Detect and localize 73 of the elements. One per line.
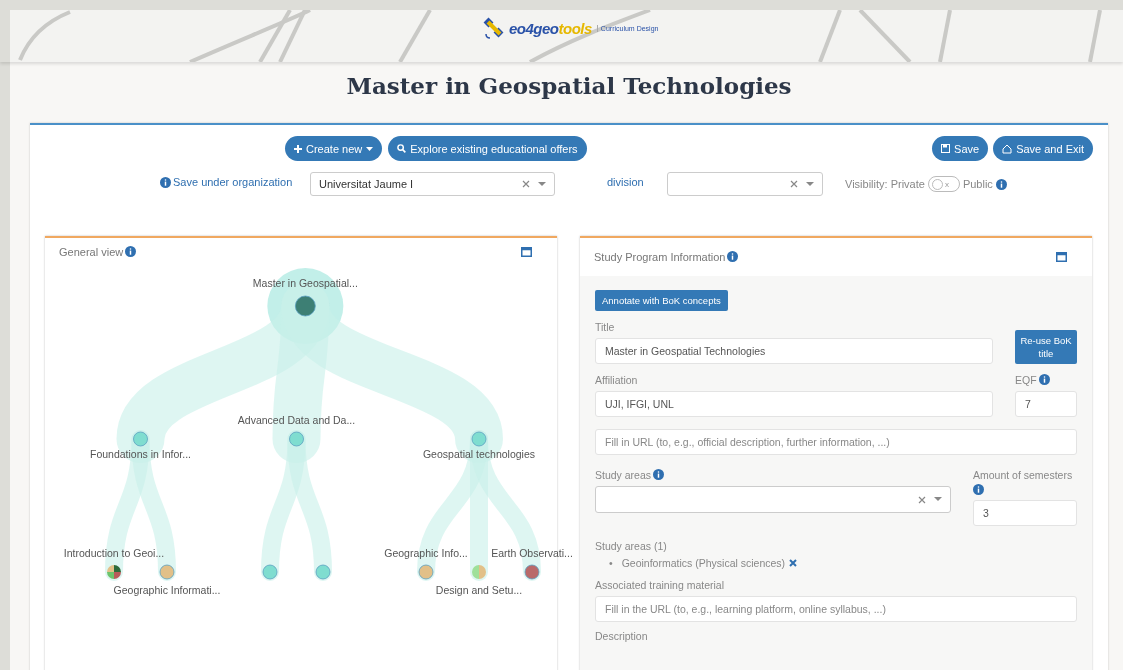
node-label: Earth Observati... xyxy=(491,547,573,559)
page-title: Master in Geospatial Technologies xyxy=(346,71,792,101)
tree-node[interactable] xyxy=(524,564,540,580)
info-icon[interactable] xyxy=(125,246,137,257)
url-field[interactable]: Fill in URL (to, e.g., official description, further information, ...) xyxy=(595,429,1077,455)
clear-icon[interactable] xyxy=(918,495,926,504)
info-icon[interactable] xyxy=(973,484,984,495)
plus-icon xyxy=(294,144,302,153)
pie-slice[interactable] xyxy=(114,565,121,572)
collapse-icon[interactable] xyxy=(1056,252,1067,262)
caret-icon[interactable] xyxy=(806,181,814,187)
node-label: Foundations in Infor... xyxy=(90,448,191,460)
node-label: Introduction to Geoi... xyxy=(63,547,165,559)
annotate-button[interactable]: Annotate with BoK concepts xyxy=(595,290,728,311)
semesters-field[interactable]: 3 xyxy=(973,500,1077,526)
tree-node[interactable] xyxy=(133,431,148,447)
satellite-icon xyxy=(482,16,506,40)
clear-icon[interactable] xyxy=(790,180,798,188)
tree-node[interactable] xyxy=(294,295,316,317)
home-icon xyxy=(1002,143,1013,154)
tree-node[interactable] xyxy=(262,564,278,580)
save-button[interactable]: Save xyxy=(932,136,989,161)
public-label: Public xyxy=(962,178,993,190)
remove-icon[interactable] xyxy=(789,559,798,567)
tree-node[interactable] xyxy=(289,431,304,447)
affiliation-field[interactable]: UJI, IFGI, UNL xyxy=(595,391,993,417)
tree-node[interactable] xyxy=(159,564,175,580)
organization-link[interactable]: Save under organization xyxy=(173,176,293,188)
node-label: Design and Setu... xyxy=(435,584,523,596)
division-link[interactable]: division xyxy=(607,176,667,188)
node-label: Geospatial technologies xyxy=(422,448,536,460)
visibility-label: Visibility: Private xyxy=(845,178,925,190)
caret-icon[interactable] xyxy=(538,181,546,187)
caret-icon[interactable] xyxy=(934,497,942,502)
field-label: Description xyxy=(595,630,648,642)
node-label: Geographic Informati... xyxy=(113,584,221,596)
info-icon[interactable] xyxy=(995,178,1007,190)
field-label: Affiliation xyxy=(595,374,638,386)
logo-wordmark: eo4geotools xyxy=(509,19,592,37)
node-label: Master in Geospatial... xyxy=(252,277,358,289)
tree-node[interactable] xyxy=(315,564,331,580)
organization-select[interactable]: Universitat Jaume I xyxy=(310,172,555,196)
title-field[interactable]: Master in Geospatial Technologies xyxy=(595,338,993,364)
reuse-title-button[interactable]: Re-use BoK title xyxy=(1015,330,1077,364)
field-label: EQF xyxy=(1015,374,1037,386)
field-label: Study areas (1) xyxy=(595,540,667,552)
study-area-item: Geoinformatics (Physical sciences) xyxy=(621,557,786,569)
search-icon xyxy=(397,144,407,153)
panel-title: General view xyxy=(59,246,124,258)
bullet: • xyxy=(609,557,613,569)
collapse-icon[interactable] xyxy=(521,247,532,257)
panel-title: Study Program Information xyxy=(594,251,726,263)
info-icon[interactable] xyxy=(1038,374,1050,385)
info-icon[interactable] xyxy=(653,469,665,480)
clear-icon[interactable] xyxy=(522,180,530,188)
eqf-field[interactable]: 7 xyxy=(1015,391,1077,417)
field-label: Associated training material xyxy=(595,579,724,591)
info-icon[interactable] xyxy=(160,176,171,188)
field-label: Amount of semesters xyxy=(973,469,1073,481)
caret-icon xyxy=(366,146,374,151)
visibility-toggle[interactable]: x xyxy=(927,176,960,192)
pie-slice[interactable] xyxy=(114,572,121,579)
training-material-field[interactable]: Fill in the URL (to, e.g., learning platform, online syllabus, ...) xyxy=(595,596,1077,622)
field-label: Study areas xyxy=(595,469,652,481)
create-new-button[interactable]: Create new xyxy=(285,136,383,161)
info-icon[interactable] xyxy=(727,251,739,262)
tree-node[interactable] xyxy=(418,564,434,580)
explore-button[interactable]: Explore existing educational offers xyxy=(388,136,587,161)
save-and-exit-button[interactable]: Save and Exit xyxy=(993,136,1093,161)
tree-node[interactable] xyxy=(471,431,487,447)
field-label: Title xyxy=(595,321,615,333)
node-label: Geographic Info... xyxy=(384,547,468,559)
node-label: Advanced Data and Da... xyxy=(237,414,356,426)
